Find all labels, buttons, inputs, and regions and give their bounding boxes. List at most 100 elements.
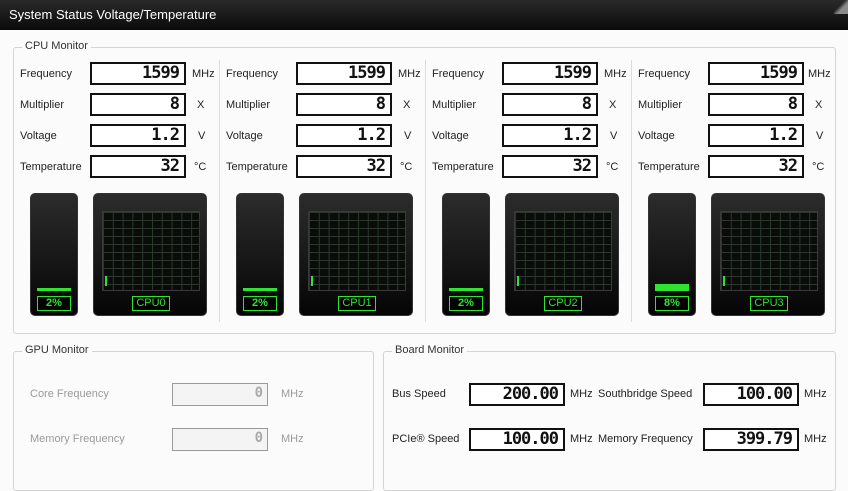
cpu3-multiplier-display: 8 [708,93,804,116]
board-monitor-legend: Board Monitor [392,344,468,356]
cpu3-temperature-display: 32 [708,155,804,178]
pcie-speed-display: 100.00 [469,428,565,451]
gpu-monitor-group: GPU Monitor [13,344,374,491]
frequency-unit: MHz [604,68,627,80]
cpu0-usage-meter: 2% [30,193,78,316]
multiplier-label: Multiplier [226,99,271,111]
graph-trace [105,276,107,286]
cpu0-frequency-display: 1599 [90,62,186,85]
cpu1-graph-label: CPU1 [338,296,376,311]
graph-grid [308,211,406,291]
bus-speed-label: Bus Speed [392,388,446,400]
gpu-core-frequency-field: 0 [172,383,268,406]
temperature-label: Temperature [432,161,494,173]
temperature-unit: °C [194,161,207,173]
temperature-label: Temperature [226,161,288,173]
cpu3-usage-graph: CPU3 [711,193,825,316]
frequency-label: Frequency [226,68,278,80]
frequency-label: Frequency [20,68,72,80]
multiplier-label: Multiplier [20,99,65,111]
southbridge-speed-display: 100.00 [703,383,799,406]
southbridge-speed-unit: MHz [804,388,827,400]
multiplier-unit: X [609,99,617,111]
cpu-divider [425,60,426,322]
voltage-label: Voltage [20,130,57,142]
board-monitor-group: Board Monitor [383,344,836,491]
multiplier-label: Multiplier [432,99,477,111]
cpu1-usage-meter: 2% [236,193,284,316]
cpu3-graph-label: CPU3 [750,296,788,311]
temperature-unit: °C [812,161,825,173]
cpu1-usage-percent: 2% [243,296,277,311]
multiplier-label: Multiplier [638,99,683,111]
cpu0-temperature-display: 32 [90,155,186,178]
cpu1-usage-fill [243,288,277,291]
memory-frequency-display: 399.79 [703,428,799,451]
cpu0-usage-fill [37,288,71,291]
cpu3-voltage-display: 1.2 [708,124,804,147]
temperature-unit: °C [400,161,413,173]
voltage-label: Voltage [432,130,469,142]
cpu1-usage-graph: CPU1 [299,193,413,316]
cpu-divider [219,60,220,322]
pcie-speed-unit: MHz [570,433,593,445]
cpu1-multiplier-display: 8 [296,93,392,116]
temperature-label: Temperature [20,161,82,173]
temperature-label: Temperature [638,161,700,173]
cpu3-usage-fill [655,284,689,291]
resize-corner-icon [834,0,848,14]
graph-trace [517,276,519,286]
temperature-unit: °C [606,161,619,173]
cpu0-graph-label: CPU0 [132,296,170,311]
voltage-unit: V [404,130,412,142]
cpu0-multiplier-display: 8 [90,93,186,116]
graph-trace [311,276,313,286]
cpu1-voltage-display: 1.2 [296,124,392,147]
frequency-label: Frequency [638,68,690,80]
title-bar[interactable]: System Status Voltage/Temperature [0,0,848,30]
memory-frequency-unit: MHz [804,433,827,445]
cpu3-usage-meter: 8% [648,193,696,316]
cpu2-voltage-display: 1.2 [502,124,598,147]
gpu-core-frequency-label: Core Frequency [30,388,109,400]
memory-frequency-label: Memory Frequency [598,433,693,445]
cpu0-usage-percent: 2% [37,296,71,311]
cpu2-multiplier-display: 8 [502,93,598,116]
bus-speed-display: 200.00 [469,383,565,406]
frequency-unit: MHz [192,68,215,80]
cpu3-frequency-display: 1599 [708,62,804,85]
gpu-core-frequency-unit: MHz [281,388,304,400]
graph-grid [102,211,200,291]
graph-trace [723,276,725,286]
frequency-unit: MHz [398,68,421,80]
window-title: System Status Voltage/Temperature [9,7,217,22]
cpu2-temperature-display: 32 [502,155,598,178]
voltage-label: Voltage [638,130,675,142]
bus-speed-unit: MHz [570,388,593,400]
graph-grid [514,211,612,291]
cpu-divider [631,60,632,322]
frequency-label: Frequency [432,68,484,80]
cpu2-usage-percent: 2% [449,296,483,311]
cpu2-usage-fill [449,288,483,291]
gpu-memory-frequency-label: Memory Frequency [30,433,125,445]
graph-grid [720,211,818,291]
frequency-unit: MHz [808,68,831,80]
gpu-memory-frequency-field: 0 [172,428,268,451]
multiplier-unit: X [197,99,205,111]
cpu2-usage-graph: CPU2 [505,193,619,316]
voltage-label: Voltage [226,130,263,142]
voltage-unit: V [610,130,618,142]
cpu0-usage-graph: CPU0 [93,193,207,316]
multiplier-unit: X [815,99,823,111]
voltage-unit: V [816,130,824,142]
multiplier-unit: X [403,99,411,111]
pcie-speed-label: PCIe® Speed [392,433,460,445]
cpu3-usage-percent: 8% [655,296,689,311]
cpu1-frequency-display: 1599 [296,62,392,85]
cpu-monitor-legend: CPU Monitor [22,40,91,52]
cpu2-usage-meter: 2% [442,193,490,316]
southbridge-speed-label: Southbridge Speed [598,388,693,400]
cpu1-temperature-display: 32 [296,155,392,178]
cpu0-voltage-display: 1.2 [90,124,186,147]
